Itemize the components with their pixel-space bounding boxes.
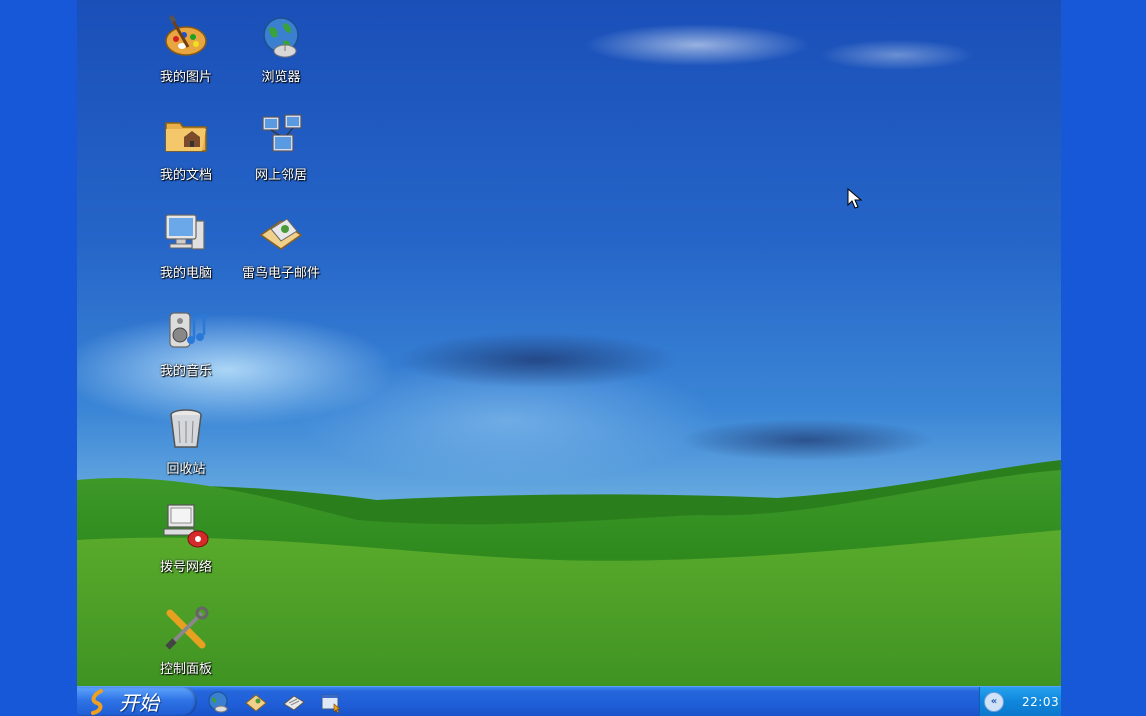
globe-mouse-icon — [256, 12, 306, 62]
desktop-icon-dialup[interactable]: 拨号网络 — [138, 502, 234, 575]
tray-expand-icon[interactable]: « — [984, 691, 1004, 712]
tray-clock[interactable]: 22:03 — [1022, 695, 1059, 709]
quicklaunch-show-desktop[interactable] — [317, 689, 347, 715]
tools-icon — [161, 604, 211, 654]
folder-house-icon — [161, 110, 211, 160]
browser-globe-icon — [208, 691, 228, 713]
dialup-phone-icon — [161, 502, 211, 552]
desktop-icon-network-places[interactable]: 网上邻居 — [233, 110, 329, 183]
quicklaunch-office[interactable] — [279, 689, 309, 715]
desktop-icon-control-panel[interactable]: 控制面板 — [138, 604, 234, 677]
desktop-icon-my-music[interactable]: 我的音乐 — [138, 306, 234, 379]
desktop-icon-label: 网上邻居 — [254, 168, 307, 183]
desktop-icon-browser[interactable]: 浏览器 — [233, 12, 329, 85]
desktop-icon-my-computer[interactable]: 我的电脑 — [138, 208, 234, 281]
quicklaunch-browser[interactable] — [203, 689, 233, 715]
speaker-music-icon — [161, 306, 211, 356]
taskbar: 开始 « 22:03 — [77, 686, 1061, 716]
desktop-icon-label: 我的电脑 — [159, 266, 212, 281]
desktop-icon-my-pictures[interactable]: 我的图片 — [138, 12, 234, 85]
desktop-icon-label: 拨号网络 — [159, 560, 212, 575]
start-logo-icon — [91, 688, 103, 715]
desktop-icon-label: 我的文档 — [159, 168, 212, 183]
desktop-icon-label: 我的图片 — [159, 70, 212, 85]
desktop-icon-recycle-bin[interactable]: 回收站 — [138, 404, 234, 477]
desktop-icon-label: 回收站 — [166, 462, 206, 477]
computer-monitor-icon — [161, 208, 211, 258]
show-desktop-icon — [321, 694, 341, 714]
quicklaunch-email[interactable] — [241, 689, 271, 715]
recycle-bin-icon — [161, 404, 211, 454]
start-label: 开始 — [119, 691, 159, 715]
desktop-icon-label: 浏览器 — [261, 70, 301, 85]
office-document-icon — [283, 695, 305, 711]
desktop-icon-my-documents[interactable]: 我的文档 — [138, 110, 234, 183]
mouse-cursor-icon — [847, 188, 863, 209]
envelope-icon — [256, 208, 306, 258]
quick-launch-bar — [203, 689, 347, 715]
start-button[interactable]: 开始 — [77, 687, 197, 716]
email-icon — [245, 694, 267, 712]
desktop-icon-label: 雷鸟电子邮件 — [241, 266, 320, 281]
desktop-screen: 我的图片 浏览器 我的文档 网上邻居 我的电脑 雷鸟电子邮件 我的音乐 回收站 … — [77, 0, 1061, 716]
system-tray: « 22:03 — [979, 687, 1061, 716]
desktop-icon-label: 我的音乐 — [159, 364, 212, 379]
desktop-icon-label: 控制面板 — [159, 662, 212, 677]
paint-palette-icon — [161, 12, 211, 62]
network-computers-icon — [256, 110, 306, 160]
desktop-icon-thunderbird-mail[interactable]: 雷鸟电子邮件 — [233, 208, 329, 281]
